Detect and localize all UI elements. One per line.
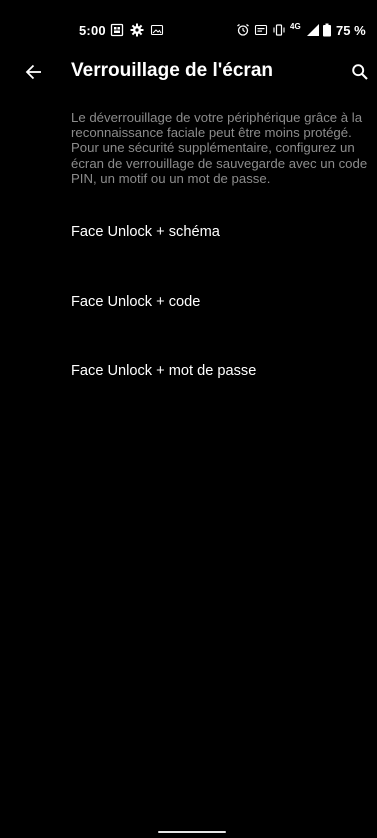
- network-4g-icon: 4G: [290, 22, 301, 31]
- arrow-back-icon: [25, 64, 41, 80]
- status-bar: 5:00 4G 75 %: [0, 0, 377, 60]
- back-button[interactable]: [20, 58, 48, 86]
- status-time: 5:00: [79, 23, 106, 38]
- battery-icon: [323, 23, 331, 37]
- gesture-nav-handle[interactable]: [158, 831, 226, 833]
- vibrate-icon: [273, 24, 285, 36]
- page-title: Verrouillage de l'écran: [71, 60, 273, 81]
- battery-percent: 75 %: [336, 23, 366, 38]
- option-face-unlock-pattern[interactable]: Face Unlock + schéma: [0, 206, 377, 262]
- option-label: Face Unlock + mot de passe: [71, 363, 257, 379]
- option-face-unlock-password[interactable]: Face Unlock + mot de passe: [0, 345, 377, 401]
- settings-gear-icon: [130, 23, 144, 37]
- image-icon: [150, 24, 164, 36]
- alarm-icon: [237, 23, 249, 36]
- option-label: Face Unlock + code: [71, 294, 201, 310]
- nfc-icon: [254, 24, 268, 36]
- signal-icon: [307, 24, 319, 36]
- search-button[interactable]: [346, 58, 374, 86]
- option-label: Face Unlock + schéma: [71, 224, 220, 240]
- photo-app-icon: [110, 23, 124, 37]
- app-bar: Verrouillage de l'écran: [0, 52, 377, 92]
- option-face-unlock-pin[interactable]: Face Unlock + code: [0, 276, 377, 332]
- screen: 5:00 4G 75 % Verrouillage de l'écran Le …: [0, 0, 377, 838]
- face-unlock-description: Le déverrouillage de votre périphérique …: [71, 110, 368, 186]
- search-icon: [352, 64, 368, 80]
